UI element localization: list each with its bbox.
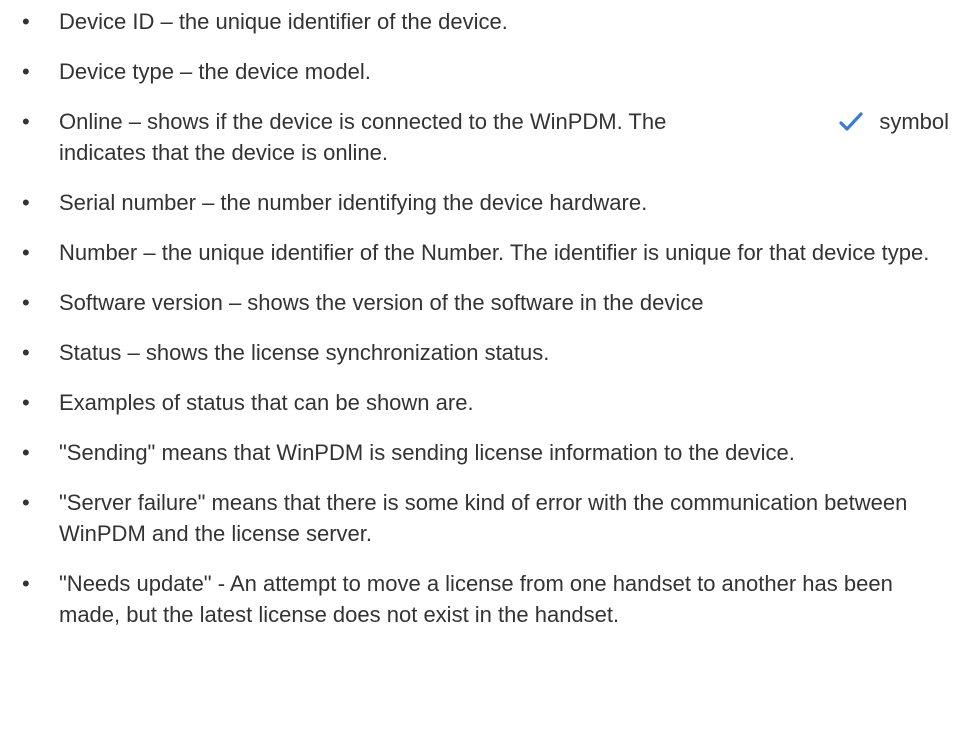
online-continuation: indicates that the device is online. [59,140,388,165]
bullet: • [22,9,30,34]
list-item-device-type: • Device type – the device model. [0,56,963,87]
item-text: "Needs update" - An attempt to move a li… [59,571,893,627]
list-item-server-failure: • "Server failure" means that there is s… [0,487,963,549]
item-text: "Server failure" means that there is som… [59,490,908,546]
bullet: • [22,440,30,465]
bullet: • [22,109,30,134]
list-item-needs-update: • "Needs update" - An attempt to move a … [0,568,963,630]
list-item-software-version: • Software version – shows the version o… [0,287,963,318]
online-icon-wrap: symbol [821,106,949,137]
item-text: "Sending" means that WinPDM is sending l… [59,440,795,465]
list-item-number: • Number – the unique identifier of the … [0,237,963,268]
item-text: Number – the unique identifier of the Nu… [59,240,930,265]
item-text: Status – shows the license synchronizati… [59,340,550,365]
list-item-online: • Online – shows if the device is connec… [0,106,963,168]
bullet: • [22,490,30,515]
list-item-status-examples: • Examples of status that can be shown a… [0,387,963,418]
list-item-sending: • "Sending" means that WinPDM is sending… [0,437,963,468]
bullet: • [22,190,30,215]
item-text: Software version – shows the version of … [59,290,704,315]
online-first-line: Online – shows if the device is connecte… [59,106,949,137]
checkmark-icon [839,111,863,131]
list-item-status: • Status – shows the license synchroniza… [0,337,963,368]
item-text: Device type – the device model. [59,59,371,84]
bullet: • [22,340,30,365]
item-text: Examples of status that can be shown are… [59,390,474,415]
bullet: • [22,240,30,265]
device-properties-list: • Device ID – the unique identifier of t… [0,6,963,649]
online-text-after-icon: symbol [879,109,949,134]
bullet: • [22,390,30,415]
bullet: • [22,571,30,596]
list-item-device-id: • Device ID – the unique identifier of t… [0,6,963,37]
item-text: Device ID – the unique identifier of the… [59,9,508,34]
bullet: • [22,59,30,84]
document-page: • Device ID – the unique identifier of t… [0,0,963,732]
item-text: Serial number – the number identifying t… [59,190,648,215]
online-text-before-icon: Online – shows if the device is connecte… [59,109,667,134]
bullet: • [22,290,30,315]
list-item-serial-number: • Serial number – the number identifying… [0,187,963,218]
